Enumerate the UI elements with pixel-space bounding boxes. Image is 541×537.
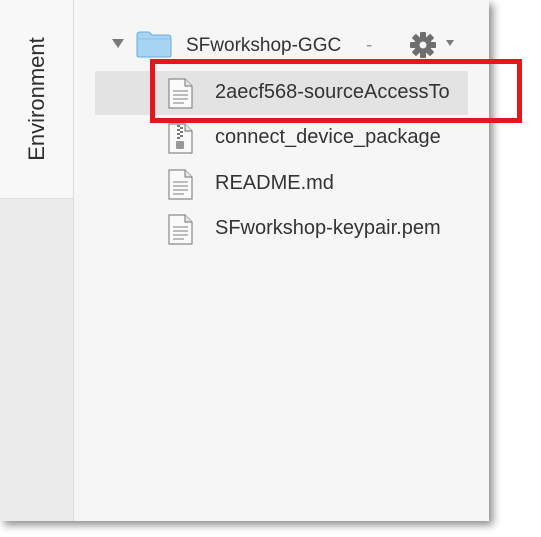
side-tab-strip: Environment <box>0 0 74 521</box>
gear-dropdown-caret-icon[interactable] <box>446 40 454 46</box>
folder-icon <box>136 31 172 58</box>
root-folder-label: SFworkshop-GGC <box>186 35 342 56</box>
environment-tab-label: Environment <box>24 37 49 161</box>
text-file-icon <box>168 214 193 245</box>
file-label: SFworkshop-keypair.pem <box>215 217 441 239</box>
root-folder-suffix: - <box>366 35 373 56</box>
gear-icon[interactable] <box>408 30 438 60</box>
environment-tab[interactable]: Environment <box>0 0 73 199</box>
tree-file-row[interactable]: README.md <box>74 162 489 206</box>
highlight-annotation-box <box>150 59 522 123</box>
tree-file-row[interactable]: SFworkshop-keypair.pem <box>74 207 489 251</box>
file-label: connect_device_package <box>215 126 441 148</box>
zip-file-icon <box>168 123 193 154</box>
expand-caret-icon[interactable] <box>112 39 124 48</box>
file-label: README.md <box>215 172 334 194</box>
text-file-icon <box>168 169 193 200</box>
